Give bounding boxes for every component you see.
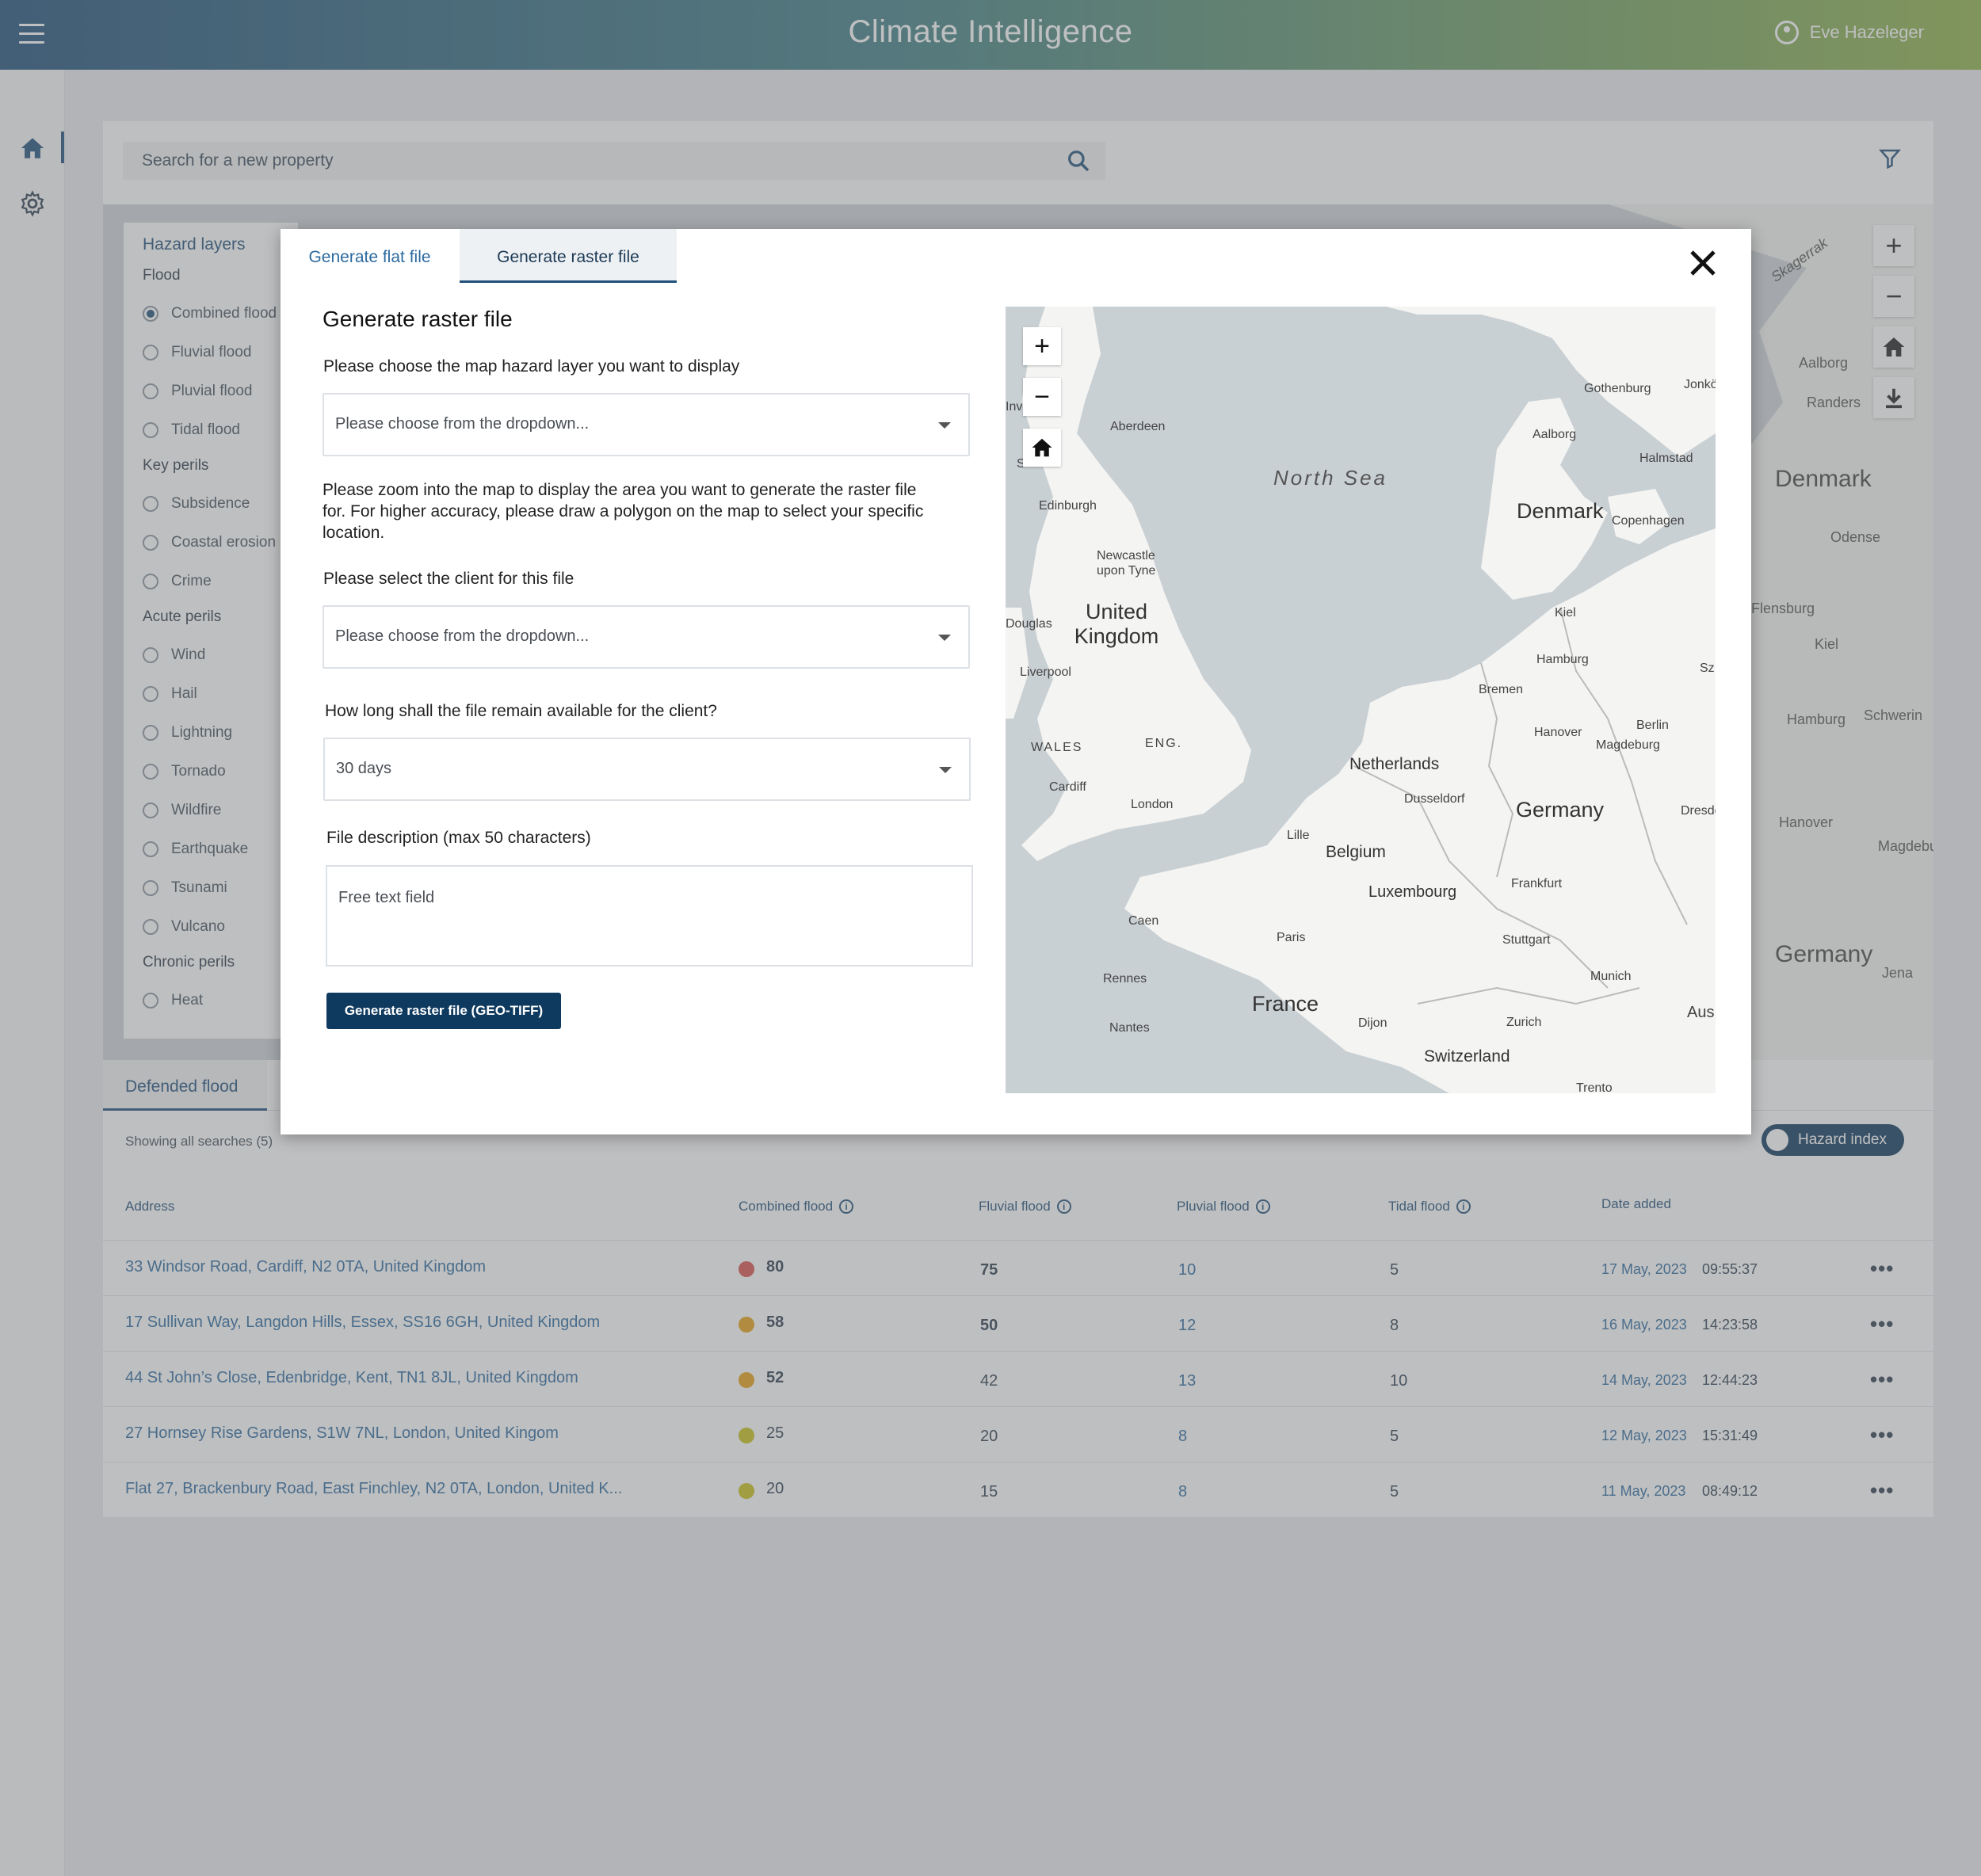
city-label: Paris: [1277, 931, 1306, 944]
country-label: Belgium: [1326, 843, 1386, 861]
close-icon[interactable]: [1686, 246, 1720, 280]
selection-map[interactable]: North Sea United Kingdom Denmark Netherl…: [1006, 307, 1716, 1093]
select-value: Please choose from the dropdown...: [335, 415, 590, 433]
map-home-icon[interactable]: [1023, 429, 1061, 467]
city-label: Dresde: [1681, 804, 1716, 818]
zoom-in-button[interactable]: +: [1023, 327, 1061, 365]
hazard-layer-select[interactable]: Please choose from the dropdown...: [323, 393, 970, 456]
country-label: Luxembourg: [1368, 883, 1457, 901]
city-label: Aalborg: [1533, 428, 1577, 441]
city-label: Magdeburg: [1596, 738, 1660, 752]
country-label: United Kingdom: [1074, 600, 1159, 648]
select-value: Please choose from the dropdown...: [335, 627, 590, 645]
city-label: Hanover: [1534, 726, 1582, 739]
country-label: Netherlands: [1349, 755, 1440, 773]
country-label: Switzerland: [1424, 1047, 1510, 1066]
chevron-down-icon: [938, 422, 951, 429]
city-label: Stuttgart: [1502, 933, 1551, 947]
generate-raster-button[interactable]: Generate raster file (GEO-TIFF): [326, 993, 561, 1029]
city-label: Trento: [1576, 1081, 1613, 1093]
city-label: Frankfurt: [1511, 877, 1563, 890]
generate-file-dialog: Generate flat file Generate raster file …: [281, 229, 1751, 1134]
zoom-instructions: Please zoom into the map to display the …: [323, 481, 924, 542]
client-label: Please select the client for this file: [323, 570, 574, 588]
city-label: Hamburg: [1536, 653, 1589, 666]
chevron-down-icon: [939, 767, 952, 773]
city-label: Caen: [1128, 914, 1159, 928]
city-label: Nantes: [1109, 1021, 1150, 1035]
city-label: Lille: [1287, 829, 1310, 842]
textarea-placeholder: Free text field: [338, 889, 435, 906]
city-label: Rennes: [1103, 972, 1147, 986]
city-label: Aberdeen: [1110, 420, 1166, 433]
chevron-down-icon: [938, 635, 951, 641]
city-label: Gothenburg: [1584, 382, 1651, 395]
city-label: ENG.: [1145, 737, 1183, 750]
city-label: Newcastle upon Tyne: [1097, 549, 1156, 578]
city-label: Jonkö: [1684, 378, 1716, 391]
city-label: Bremen: [1479, 683, 1524, 696]
city-label: Dusseldorf: [1404, 792, 1465, 806]
city-label: Aus: [1687, 1004, 1715, 1021]
city-label: Edinburgh: [1039, 499, 1097, 513]
city-label: Halmstad: [1639, 452, 1693, 465]
duration-label: How long shall the file remain available…: [325, 702, 717, 720]
dialog-heading: Generate raster file: [323, 307, 513, 331]
description-label: File description (max 50 characters): [326, 829, 591, 847]
hazard-layer-label: Please choose the map hazard layer you w…: [323, 357, 740, 376]
tab-generate-raster-file[interactable]: Generate raster file: [460, 229, 677, 283]
city-label: Dijon: [1358, 1016, 1387, 1030]
sea-label: North Sea: [1273, 466, 1388, 490]
description-textarea[interactable]: Free text field: [326, 865, 973, 967]
country-label: Denmark: [1517, 499, 1604, 523]
city-label: Douglas: [1006, 617, 1052, 631]
city-label: Cardiff: [1049, 780, 1086, 794]
country-label: Germany: [1516, 798, 1605, 822]
city-label: WALES: [1031, 741, 1083, 754]
city-label: Liverpool: [1020, 665, 1071, 679]
zoom-out-button[interactable]: −: [1023, 378, 1061, 416]
city-label: Inv: [1006, 400, 1023, 414]
city-label: Zurich: [1506, 1016, 1542, 1029]
city-label: Kiel: [1555, 606, 1576, 620]
city-label: London: [1131, 798, 1174, 811]
city-label: Munich: [1590, 970, 1632, 983]
city-label: Sz: [1700, 662, 1715, 675]
client-select[interactable]: Please choose from the dropdown...: [323, 605, 970, 669]
duration-select[interactable]: 30 days: [323, 738, 971, 801]
city-label: Copenhagen: [1612, 514, 1685, 528]
city-label: Berlin: [1636, 719, 1669, 732]
tab-generate-flat-file[interactable]: Generate flat file: [281, 229, 459, 283]
country-label: France: [1252, 992, 1319, 1016]
select-value: 30 days: [336, 760, 392, 777]
